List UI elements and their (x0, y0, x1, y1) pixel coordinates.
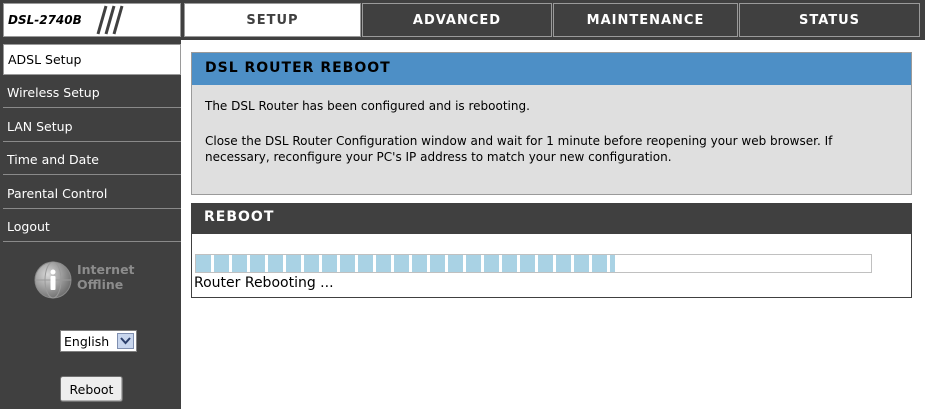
tab-advanced[interactable]: ADVANCED (362, 3, 552, 37)
language-select[interactable]: English (60, 330, 137, 352)
progress-segment (358, 255, 373, 272)
notice-text-line: The DSL Router has been configured and i… (205, 99, 530, 113)
progress-segment (304, 255, 319, 272)
tab-label: ADVANCED (412, 12, 502, 28)
internet-status-line2: Offline (77, 277, 124, 292)
language-select-value: English (64, 333, 110, 349)
tab-status[interactable]: STATUS (739, 3, 920, 37)
progress-segment (484, 255, 499, 272)
sidebar-item-logout[interactable]: Logout (3, 211, 181, 242)
progress-bar (195, 254, 872, 273)
tab-label: SETUP (246, 12, 299, 28)
sidebar-item-label: Wireless Setup (7, 84, 100, 100)
progress-bar-fill (196, 255, 615, 272)
progress-segment (340, 255, 355, 272)
reboot-button[interactable]: Reboot (60, 376, 123, 402)
reboot-section-body: Router Rebooting ... (191, 234, 912, 298)
sidebar-item-label: ADSL Setup (8, 52, 82, 67)
top-bar: DSL-2740B SETUP ADVANCED MAINTENANCE STA… (0, 0, 925, 40)
progress-segment (214, 255, 229, 272)
sidebar-item-lan-setup[interactable]: LAN Setup (3, 111, 181, 142)
tab-setup[interactable]: SETUP (184, 3, 361, 37)
globe-info-icon (34, 261, 72, 299)
sidebar-item-time-and-date[interactable]: Time and Date (3, 144, 181, 175)
progress-segment (250, 255, 265, 272)
notice-text-line: necessary, reconfigure your PC's IP addr… (205, 150, 672, 164)
progress-segment (394, 255, 409, 272)
chevron-down-icon[interactable] (117, 333, 134, 349)
reboot-notice-header: DSL ROUTER REBOOT (192, 53, 911, 85)
reboot-notice-panel: DSL ROUTER REBOOT The DSL Router has bee… (191, 52, 912, 195)
panel-title: REBOOT (204, 209, 275, 225)
progress-segment (322, 255, 337, 272)
brand-slashes-icon (96, 5, 124, 35)
tab-label: MAINTENANCE (586, 12, 705, 28)
notice-text-line: Close the DSL Router Configuration windo… (205, 134, 833, 148)
sidebar: ADSL Setup Wireless Setup LAN Setup Time… (0, 40, 181, 409)
progress-segment (538, 255, 553, 272)
internet-status-text: Internet Offline (77, 262, 135, 292)
progress-segment (412, 255, 427, 272)
progress-segment (430, 255, 445, 272)
sidebar-item-wireless-setup[interactable]: Wireless Setup (3, 77, 181, 108)
sidebar-item-label: Logout (7, 218, 50, 234)
progress-segment (286, 255, 301, 272)
progress-segment (610, 255, 615, 272)
progress-segment (448, 255, 463, 272)
internet-status: Internet Offline (33, 258, 163, 304)
progress-segment (376, 255, 391, 272)
progress-segment (502, 255, 517, 272)
progress-segment (520, 255, 535, 272)
progress-segment (466, 255, 481, 272)
model-box: DSL-2740B (3, 3, 181, 37)
model-label: DSL-2740B (8, 13, 82, 27)
sidebar-item-adsl-setup[interactable]: ADSL Setup (3, 44, 181, 75)
panel-title: DSL ROUTER REBOOT (205, 60, 391, 76)
sidebar-item-label: LAN Setup (7, 118, 73, 134)
progress-segment (232, 255, 247, 272)
sidebar-item-label: Parental Control (7, 185, 108, 201)
progress-segment (196, 255, 211, 272)
sidebar-item-label: Time and Date (7, 151, 99, 167)
progress-segment (592, 255, 607, 272)
tab-label: STATUS (798, 12, 861, 28)
internet-status-line1: Internet (77, 262, 135, 277)
progress-segment (556, 255, 571, 272)
progress-segment (574, 255, 589, 272)
reboot-section-header: REBOOT (191, 203, 912, 234)
sidebar-item-parental-control[interactable]: Parental Control (3, 178, 181, 209)
rebooting-status-text: Router Rebooting ... (194, 275, 334, 291)
tab-maintenance[interactable]: MAINTENANCE (553, 3, 738, 37)
progress-segment (268, 255, 283, 272)
